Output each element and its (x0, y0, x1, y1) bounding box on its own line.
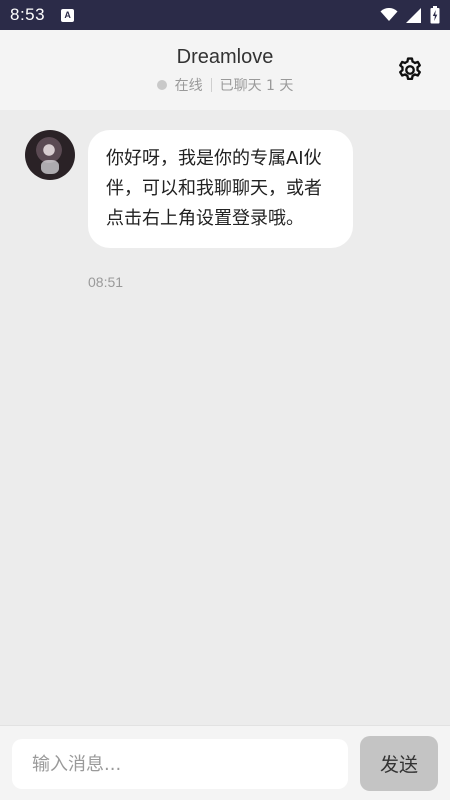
battery-charging-icon (430, 6, 440, 24)
message-bubble: 你好呀，我是你的专属AI伙伴，可以和我聊聊天，或者点击右上角设置登录哦。 (88, 130, 353, 248)
status-time: 8:53 (10, 5, 46, 24)
contact-status-row: 在线 已聊天 1 天 (156, 75, 294, 95)
chat-header: Dreamlove 在线 已聊天 1 天 (0, 30, 450, 110)
online-status-text: 在线 (174, 77, 203, 94)
app-notification-icon: A (61, 8, 75, 22)
contact-name: Dreamlove (176, 45, 274, 68)
chat-screen: 8:53 A Dreamlove 在线 已聊天 1 天 你好呀，我是你的专属AI… (0, 0, 450, 800)
status-icons (380, 6, 440, 24)
gear-icon (399, 57, 421, 81)
message-input-bar: 发送 (0, 725, 450, 800)
message-list[interactable]: 你好呀，我是你的专属AI伙伴，可以和我聊聊天，或者点击右上角设置登录哦。 08:… (0, 110, 450, 725)
settings-button[interactable] (396, 56, 424, 84)
send-button[interactable]: 发送 (360, 736, 438, 791)
ai-avatar[interactable] (25, 130, 75, 180)
status-divider (210, 77, 212, 92)
status-bar: 8:53 A (0, 0, 450, 30)
online-status-dot (156, 79, 167, 90)
message-timestamp: 08:51 (88, 274, 124, 290)
signal-icon (406, 7, 422, 23)
wifi-icon (380, 8, 398, 22)
message-input[interactable] (12, 739, 348, 789)
chat-duration-text: 已聊天 1 天 (219, 77, 294, 94)
